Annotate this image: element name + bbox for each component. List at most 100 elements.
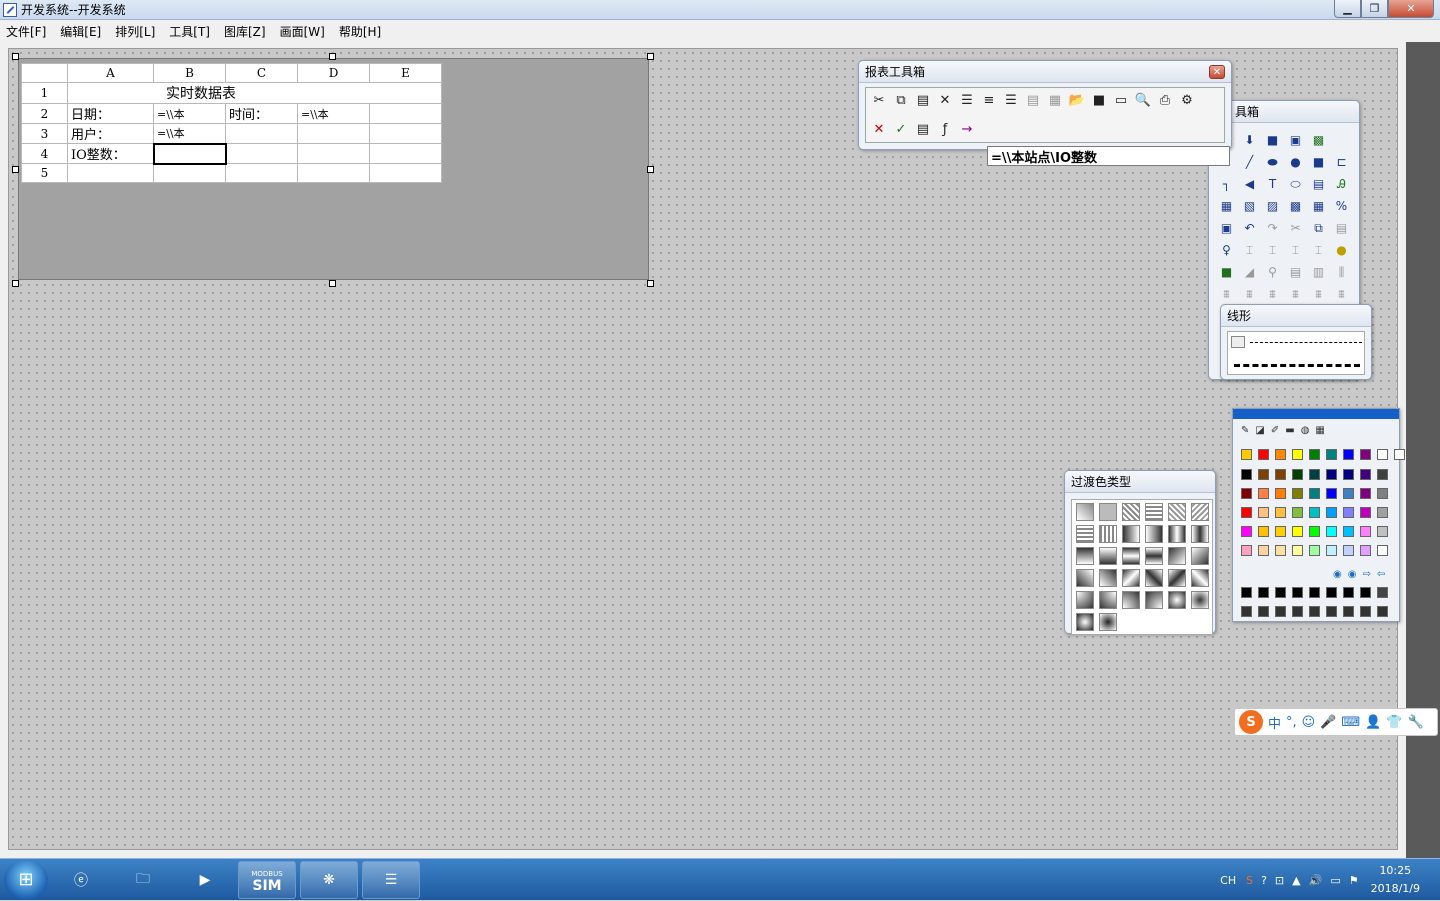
open-icon[interactable]: ⬇ (1238, 129, 1261, 151)
align-left-icon[interactable]: ☰ (956, 90, 978, 110)
resize-handle-s[interactable] (329, 280, 336, 287)
color-swatch[interactable] (1377, 449, 1388, 460)
user-value-cell[interactable]: =\\本 (153, 123, 226, 144)
align-icon[interactable]: ⌶ (1238, 239, 1261, 261)
split-cells-icon[interactable]: ▦ (1044, 90, 1066, 110)
gradient-type-swatch[interactable] (1119, 545, 1142, 567)
gradient-type-swatch[interactable] (1073, 567, 1096, 589)
color-swatch[interactable] (1343, 449, 1354, 460)
menu-tools[interactable]: 工具[T] (169, 23, 210, 40)
custom-color-swatch[interactable] (1292, 587, 1303, 598)
cancel-icon[interactable]: ✕ (868, 119, 890, 139)
date-label-cell[interactable]: 日期： (67, 103, 154, 124)
resize-handle-ne[interactable] (647, 53, 654, 60)
custom-color-swatch[interactable] (1377, 587, 1388, 598)
symbol-icon[interactable]: Ꭿ (1330, 173, 1353, 195)
gradient-type-swatch[interactable] (1096, 589, 1119, 611)
color-swatch[interactable] (1377, 488, 1388, 499)
custom-color-swatch[interactable] (1258, 587, 1269, 598)
gradient-type-swatch[interactable] (1188, 567, 1211, 589)
color-swatch[interactable] (1326, 545, 1337, 556)
color-swatch[interactable] (1258, 507, 1269, 518)
save-icon[interactable]: ■ (1261, 129, 1284, 151)
color-swatch[interactable] (1241, 469, 1252, 480)
color-swatch[interactable] (1275, 449, 1286, 460)
undo-icon[interactable]: ↶ (1238, 217, 1261, 239)
redo-icon[interactable]: ↷ (1261, 217, 1284, 239)
tray-icon[interactable]: ⊡ (1275, 874, 1284, 887)
align-icon[interactable]: ⌶ (1284, 239, 1307, 261)
color-swatch[interactable] (1241, 507, 1252, 518)
group-icon[interactable]: ♀ (1215, 239, 1238, 261)
color-swatch[interactable] (1343, 526, 1354, 537)
table-cell[interactable] (297, 123, 370, 144)
custom-color-swatch[interactable] (1360, 587, 1371, 598)
paste-icon[interactable]: ▤ (1330, 217, 1353, 239)
copy-icon[interactable]: ⧉ (1307, 217, 1330, 239)
gradient-type-swatch[interactable] (1188, 545, 1211, 567)
menu-file[interactable]: 文件[F] (6, 23, 46, 40)
gradient-type-swatch[interactable] (1073, 523, 1096, 545)
pen-icon[interactable]: ✎ (1241, 425, 1249, 436)
table-cell[interactable] (297, 163, 370, 183)
palette-icon[interactable]: ◉ (1333, 569, 1342, 580)
thick-line-styles[interactable] (1234, 364, 1360, 367)
color-swatch[interactable] (1309, 507, 1320, 518)
gradient-type-swatch[interactable] (1142, 523, 1165, 545)
gradient-type-swatch[interactable] (1096, 611, 1119, 633)
color-swatch[interactable] (1394, 449, 1405, 460)
color-swatch[interactable] (1309, 545, 1320, 556)
color-swatch[interactable] (1326, 469, 1337, 480)
palette-icon[interactable]: ◉ (1348, 569, 1357, 580)
gradient-type-swatch[interactable] (1142, 545, 1165, 567)
color-swatch[interactable] (1292, 545, 1303, 556)
gradient-type-swatch[interactable] (1165, 545, 1188, 567)
tool-icon[interactable]: ⩩ (1307, 283, 1330, 305)
color-swatch[interactable] (1309, 526, 1320, 537)
color-swatch[interactable] (1275, 469, 1286, 480)
gradient-type-swatch[interactable] (1096, 545, 1119, 567)
gradient-type-swatch[interactable] (1096, 567, 1119, 589)
media-player-icon[interactable]: ▶ (176, 861, 234, 899)
custom-color-swatch[interactable] (1360, 606, 1371, 617)
lang-indicator[interactable]: CH (1220, 874, 1236, 887)
app-button[interactable]: ❋ (300, 860, 358, 899)
gradient-type-swatch[interactable] (1188, 523, 1211, 545)
skin-icon[interactable]: 👕 (1386, 715, 1402, 730)
save-icon[interactable]: ■ (1088, 90, 1110, 110)
table-cell[interactable] (369, 103, 442, 124)
color-swatch[interactable] (1292, 469, 1303, 480)
menu-library[interactable]: 图库[Z] (224, 23, 266, 40)
align-center-icon[interactable]: ≡ (978, 90, 1000, 110)
row-header[interactable]: 4 (21, 143, 68, 164)
show-hidden-icon[interactable]: ▲ (1292, 874, 1300, 887)
color-swatch[interactable] (1377, 469, 1388, 480)
resize-handle-se[interactable] (647, 280, 654, 287)
custom-color-swatch[interactable] (1292, 606, 1303, 617)
row-header[interactable]: 2 (21, 103, 68, 124)
color-swatch[interactable] (1275, 545, 1286, 556)
network-icon[interactable]: ▭ (1330, 874, 1340, 887)
color-swatch[interactable] (1241, 449, 1252, 460)
tool-icon[interactable]: ■ (1215, 261, 1238, 283)
custom-color-swatch[interactable] (1326, 606, 1337, 617)
tool-icon[interactable]: ◢ (1238, 261, 1261, 283)
picture-icon[interactable]: ▣ (1284, 129, 1307, 151)
custom-color-swatch[interactable] (1326, 587, 1337, 598)
tool-icon[interactable]: ⫼ (1330, 261, 1353, 283)
print-icon[interactable]: ⎙ (1154, 90, 1176, 110)
gradient-type-swatch[interactable] (1119, 589, 1142, 611)
color-swatch[interactable] (1360, 469, 1371, 480)
report-title-cell[interactable]: 实时数据表 (67, 82, 442, 104)
tool-icon[interactable]: ▨ (1261, 195, 1284, 217)
color-swatch[interactable] (1343, 488, 1354, 499)
emoji-icon[interactable]: ☺ (1302, 715, 1316, 730)
selected-cell[interactable] (152, 142, 227, 165)
volume-icon[interactable]: 🔊 (1309, 874, 1323, 887)
maximize-button[interactable]: ❐ (1361, 0, 1388, 18)
fill-icon[interactable]: ◪ (1255, 425, 1264, 436)
menu-arrange[interactable]: 排列[L] (115, 23, 155, 40)
help-icon[interactable]: ? (1261, 874, 1267, 887)
custom-color-swatch[interactable] (1309, 587, 1320, 598)
align-icon[interactable]: ⌶ (1307, 239, 1330, 261)
